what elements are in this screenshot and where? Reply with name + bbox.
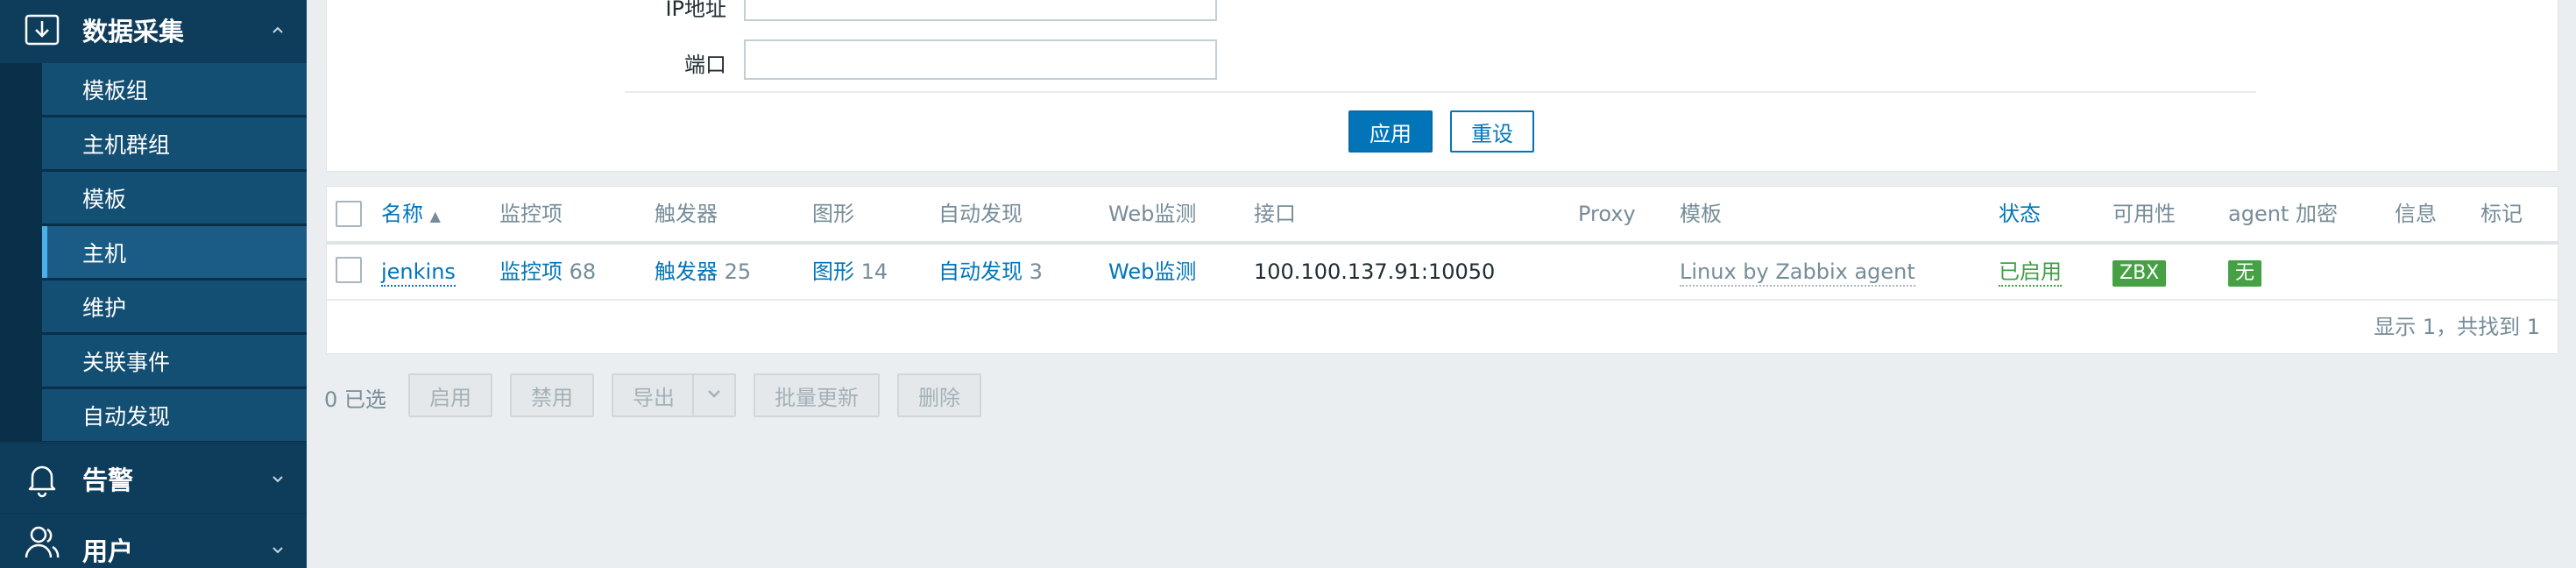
template-link[interactable]: Linux by Zabbix agent bbox=[1680, 259, 1915, 287]
sidebar-item-label: 自动发现 bbox=[82, 403, 171, 430]
hosts-table: 名称 ▲ 监控项 触发器 图形 自动发现 Web监测 接口 Proxy 模板 状… bbox=[326, 186, 2558, 354]
items-cell: 监控项 68 bbox=[499, 245, 596, 299]
graphs-link[interactable]: 图形 bbox=[812, 259, 854, 284]
discovery-link[interactable]: 自动发现 bbox=[938, 259, 1023, 284]
discovery-cell: 自动发现 3 bbox=[938, 245, 1043, 299]
apply-button[interactable]: 应用 bbox=[1348, 110, 1433, 153]
items-link[interactable]: 监控项 bbox=[499, 259, 563, 284]
sidebar-item-host-groups[interactable]: 主机群组 bbox=[42, 117, 307, 170]
reset-button[interactable]: 重设 bbox=[1450, 110, 1534, 153]
status-cell: 已启用 bbox=[1999, 245, 2062, 299]
sidebar-item-label: 维护 bbox=[82, 295, 127, 321]
disable-button[interactable]: 禁用 bbox=[510, 373, 594, 417]
ip-address-label: IP地址 bbox=[665, 0, 726, 21]
web-cell: Web监测 bbox=[1108, 245, 1196, 299]
sidebar: 数据采集 模板组 主机群组 模板 主机 维护 关联事件 自动发现 告警 用户 bbox=[0, 0, 307, 568]
sidebar-item-label: 关联事件 bbox=[82, 349, 171, 375]
column-header-triggers: 触发器 bbox=[655, 202, 718, 226]
triggers-cell: 触发器 25 bbox=[655, 245, 751, 299]
row-checkbox[interactable] bbox=[336, 257, 362, 283]
sidebar-item-label: 模板组 bbox=[82, 77, 149, 103]
zbx-availability-badge: ZBX bbox=[2112, 260, 2167, 287]
column-header-interface: 接口 bbox=[1254, 202, 1296, 226]
sidebar-item-label: 主机 bbox=[82, 240, 127, 266]
encryption-none-badge: 无 bbox=[2228, 260, 2262, 287]
sidebar-item-discovery[interactable]: 自动发现 bbox=[42, 389, 307, 442]
ip-address-input[interactable] bbox=[744, 0, 1217, 21]
menu-section-data-collection[interactable]: 数据采集 bbox=[0, 0, 307, 60]
column-header-templates: 模板 bbox=[1680, 202, 1722, 226]
chevron-down-icon bbox=[268, 469, 287, 488]
download-box-icon bbox=[21, 9, 63, 51]
menu-section-label: 告警 bbox=[82, 465, 134, 495]
discovery-count: 3 bbox=[1029, 259, 1043, 284]
sidebar-item-label: 模板 bbox=[82, 186, 127, 212]
port-input[interactable] bbox=[744, 39, 1217, 80]
select-all-checkbox[interactable] bbox=[336, 201, 362, 227]
enable-button[interactable]: 启用 bbox=[408, 373, 492, 417]
menu-section-label: 用户 bbox=[82, 536, 134, 566]
mass-update-button[interactable]: 批量更新 bbox=[754, 373, 880, 417]
sidebar-item-event-correlation[interactable]: 关联事件 bbox=[42, 335, 307, 387]
column-header-proxy: Proxy bbox=[1578, 202, 1636, 226]
sidebar-item-templates[interactable]: 模板 bbox=[42, 172, 307, 224]
chevron-up-icon bbox=[268, 20, 287, 39]
column-header-info: 信息 bbox=[2395, 202, 2437, 226]
bell-icon bbox=[21, 458, 63, 500]
host-name-link[interactable]: jenkins bbox=[381, 259, 456, 287]
graphs-cell: 图形 14 bbox=[812, 245, 888, 299]
menu-section-alerts[interactable]: 告警 bbox=[0, 443, 307, 513]
delete-button[interactable]: 删除 bbox=[897, 373, 981, 417]
column-header-label: 名称 bbox=[381, 202, 423, 226]
web-link[interactable]: Web监测 bbox=[1108, 259, 1196, 284]
column-header-encryption: agent 加密 bbox=[2228, 202, 2338, 226]
filter-panel: IP地址 端口 应用 重设 bbox=[326, 0, 2558, 172]
chevron-down-icon bbox=[268, 540, 287, 559]
encryption-cell: 无 bbox=[2228, 245, 2262, 299]
column-header-discovery: 自动发现 bbox=[938, 202, 1023, 226]
column-header-status[interactable]: 状态 bbox=[1999, 187, 2041, 241]
availability-cell: ZBX bbox=[2112, 245, 2167, 299]
sidebar-item-hosts[interactable]: 主机 bbox=[42, 226, 307, 279]
triggers-link[interactable]: 触发器 bbox=[655, 259, 718, 284]
sidebar-item-label: 主机群组 bbox=[82, 131, 171, 158]
triggers-count: 25 bbox=[724, 259, 752, 284]
selected-count-text: 0 已选 bbox=[324, 387, 386, 412]
template-cell: Linux by Zabbix agent bbox=[1680, 245, 1915, 299]
host-name-cell: jenkins bbox=[381, 245, 456, 299]
items-count: 68 bbox=[569, 259, 597, 284]
user-icon bbox=[21, 521, 63, 563]
sort-ascending-icon: ▲ bbox=[429, 208, 441, 224]
menu-section-label: 数据采集 bbox=[82, 17, 185, 46]
menu-section-users[interactable]: 用户 bbox=[0, 513, 307, 568]
table-row-border bbox=[327, 299, 2558, 301]
column-header-items: 监控项 bbox=[499, 202, 563, 226]
column-header-name[interactable]: 名称 ▲ bbox=[381, 187, 441, 244]
table-summary-text: 显示 1，共找到 1 bbox=[2374, 315, 2540, 339]
column-header-web: Web监测 bbox=[1108, 202, 1197, 226]
graphs-count: 14 bbox=[860, 259, 888, 284]
column-header-availability: 可用性 bbox=[2112, 202, 2176, 226]
export-button[interactable]: 导出 bbox=[612, 373, 696, 417]
export-dropdown-button[interactable] bbox=[692, 373, 736, 417]
port-label: 端口 bbox=[684, 53, 726, 77]
interface-cell: 100.100.137.91:10050 bbox=[1254, 259, 1496, 284]
status-toggle-link[interactable]: 已启用 bbox=[1999, 259, 2062, 287]
filter-divider bbox=[625, 91, 2256, 93]
column-header-tags: 标记 bbox=[2480, 202, 2523, 226]
chevron-down-icon bbox=[705, 383, 723, 408]
sidebar-item-maintenance[interactable]: 维护 bbox=[42, 280, 307, 333]
sidebar-item-template-groups[interactable]: 模板组 bbox=[42, 63, 307, 116]
column-header-graphs: 图形 bbox=[812, 202, 854, 226]
submenu-data-collection: 模板组 主机群组 模板 主机 维护 关联事件 自动发现 bbox=[0, 63, 307, 442]
